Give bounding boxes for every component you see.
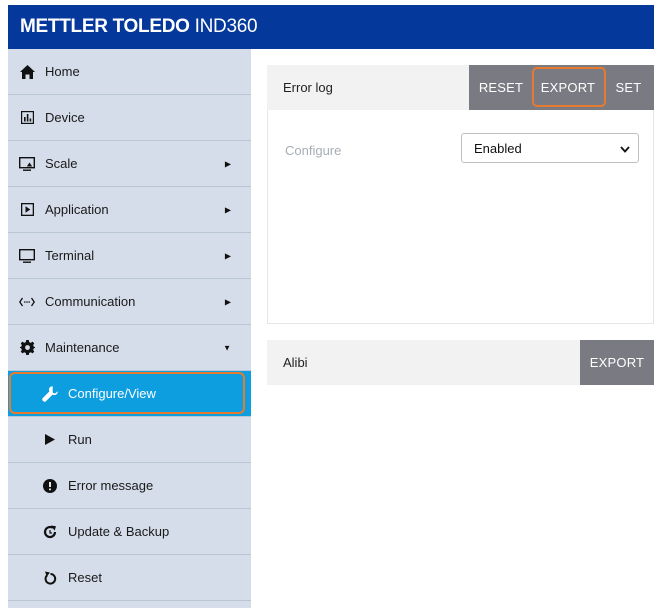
sidebar-item-label: Device (45, 110, 85, 125)
chevron-right-icon: ▶ (224, 297, 231, 306)
alibi-title: Alibi (283, 355, 308, 370)
arrows-icon (19, 294, 35, 310)
sidebar-subitem-reset[interactable]: Reset (8, 555, 251, 601)
chevron-right-icon: ▶ (224, 251, 231, 260)
refresh-icon (42, 524, 58, 540)
chevron-right-icon: ▶ (224, 205, 231, 214)
error-log-body: Configure Enabled (267, 110, 654, 324)
sidebar-item-application[interactable]: Application ▶ (8, 187, 251, 233)
sidebar-subitem-configure-view[interactable]: Configure/View (8, 371, 251, 417)
reset-icon (42, 570, 58, 586)
sidebar-subitem-error-message[interactable]: Error message (8, 463, 251, 509)
sidebar-item-label: Communication (45, 294, 136, 309)
alibi-export-button[interactable]: EXPORT (580, 340, 654, 385)
sidebar-subitem-run[interactable]: Run (8, 417, 251, 463)
sidebar-item-label: Update & Backup (68, 524, 170, 539)
sidebar-item-scale[interactable]: Scale ▶ (8, 141, 251, 187)
chevron-right-icon: ▶ (224, 159, 231, 168)
brand-logo: METTLER TOLEDO IND360 (20, 16, 258, 38)
sidebar-item-label: Application (45, 202, 109, 217)
top-bar: METTLER TOLEDO IND360 (8, 5, 654, 49)
sidebar: Home Device Scale ▶ Application ▶ Termin… (8, 49, 251, 608)
home-icon (19, 64, 35, 80)
sidebar-item-label: Maintenance (45, 340, 120, 355)
sidebar-item-label: Error message (68, 478, 154, 493)
sidebar-item-communication[interactable]: Communication ▶ (8, 279, 251, 325)
chart-icon (19, 110, 35, 126)
sidebar-item-device[interactable]: Device (8, 95, 251, 141)
sidebar-item-terminal[interactable]: Terminal ▶ (8, 233, 251, 279)
sidebar-item-maintenance[interactable]: Maintenance ▼ (8, 325, 251, 371)
chevron-down-icon (620, 141, 630, 156)
play-icon (42, 432, 58, 448)
sidebar-item-label: Configure/View (68, 386, 156, 401)
configure-select[interactable]: Enabled (461, 133, 639, 163)
sidebar-item-label: Run (68, 432, 92, 447)
reset-button[interactable]: RESET (469, 65, 533, 110)
configure-label: Configure (285, 143, 342, 158)
gear-icon (19, 340, 35, 356)
sidebar-subitem-update-backup[interactable]: Update & Backup (8, 509, 251, 555)
error-log-title: Error log (283, 80, 333, 95)
chevron-down-icon: ▼ (223, 343, 231, 352)
export-button[interactable]: EXPORT (533, 65, 603, 110)
play-box-icon (19, 202, 35, 218)
set-button[interactable]: SET (603, 65, 654, 110)
monitor-icon (19, 156, 35, 172)
sidebar-item-label: Home (45, 64, 80, 79)
sidebar-item-label: Terminal (45, 248, 95, 263)
sidebar-item-label: Scale (45, 156, 78, 171)
sidebar-item-label: Reset (68, 570, 102, 585)
alert-icon (42, 478, 58, 494)
configure-select-value: Enabled (474, 140, 522, 156)
sidebar-item-home[interactable]: Home (8, 49, 251, 95)
error-log-header: Error log RESET EXPORT SET (267, 65, 654, 110)
monitor-icon (19, 248, 35, 264)
wrench-icon (42, 385, 58, 402)
device-model: IND360 (194, 16, 258, 37)
brand-name: METTLER TOLEDO (20, 16, 190, 37)
alibi-header: Alibi EXPORT (267, 340, 654, 385)
